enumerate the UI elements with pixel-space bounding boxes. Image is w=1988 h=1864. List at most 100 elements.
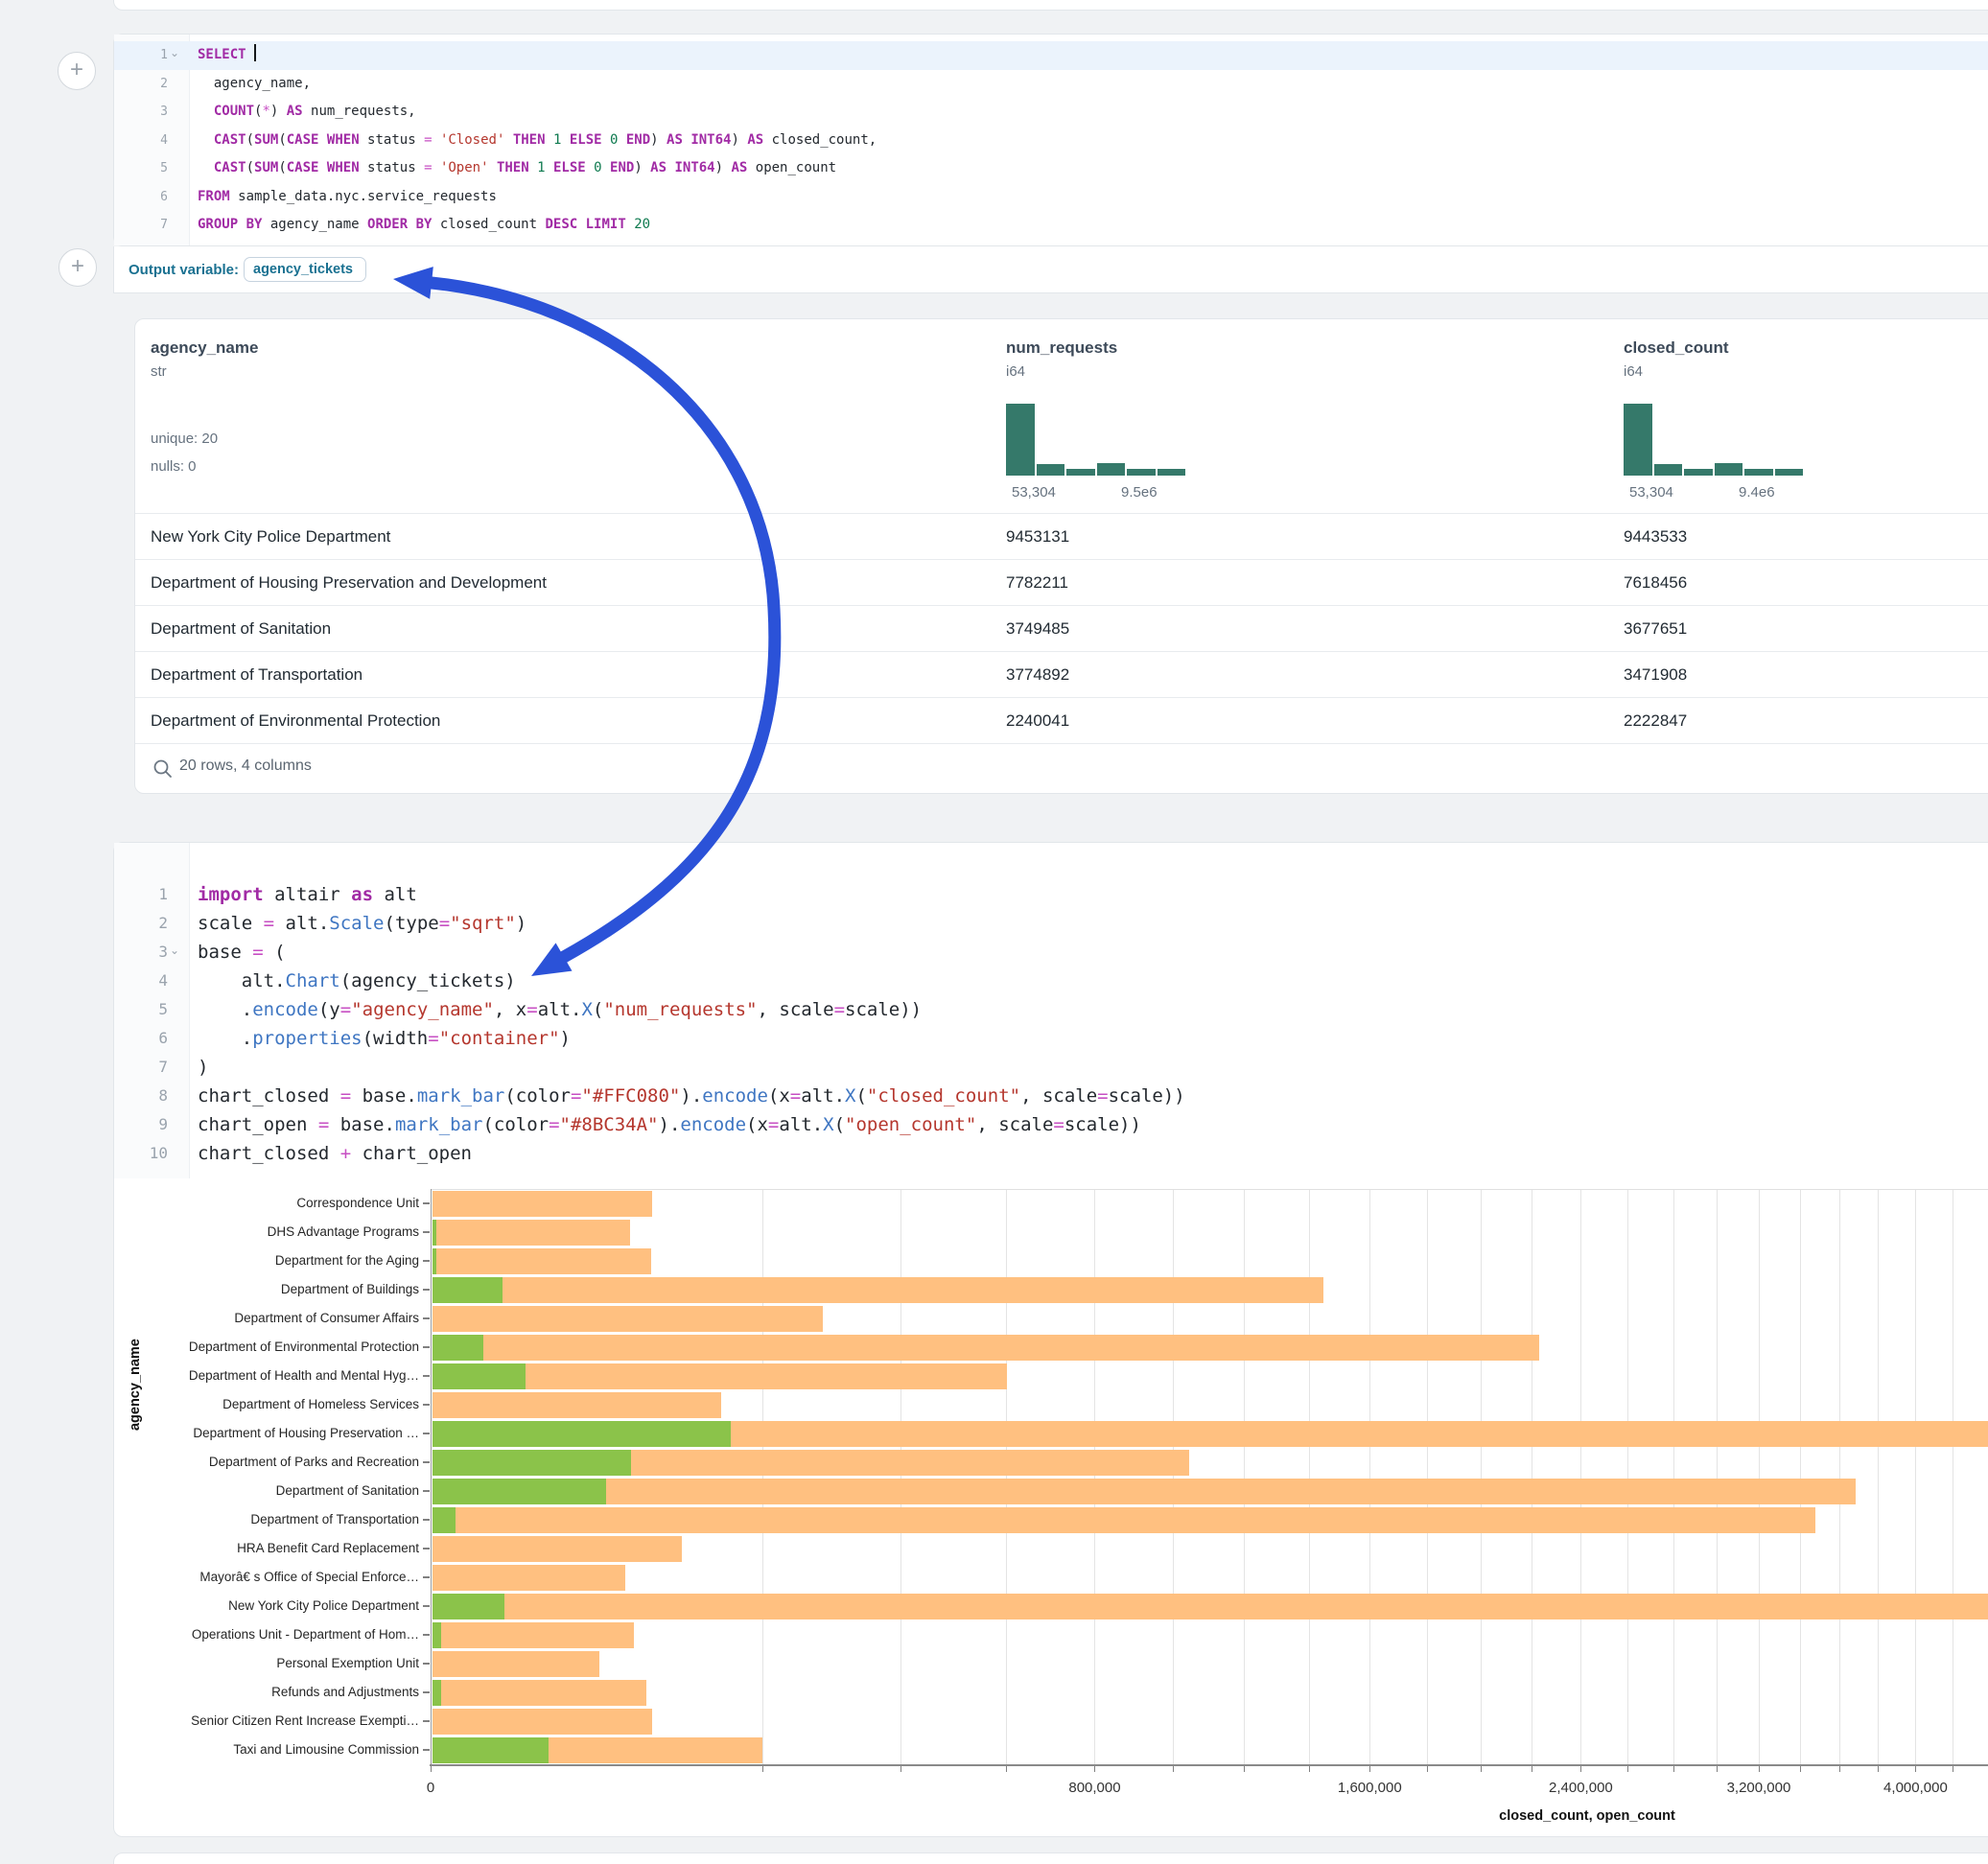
code-line[interactable]: 4 alt.Chart(agency_tickets) — [114, 967, 1988, 995]
table-row[interactable]: New York City Police Department 9453131 94… — [135, 513, 1988, 560]
table-cell: 3677651 — [1624, 606, 1687, 652]
code-line[interactable]: 9 chart_open = base.mark_bar(color="#8BC3… — [114, 1110, 1988, 1139]
fold-chevron-icon[interactable]: ⌄ — [170, 39, 179, 68]
column-type: str — [151, 363, 167, 380]
code-text: ) — [198, 1053, 208, 1082]
output-variable-pill[interactable]: agency_tickets — [244, 257, 366, 282]
code-line[interactable]: 4 CAST(SUM(CASE WHEN status = 'Closed' T… — [114, 127, 1988, 155]
histogram — [1006, 404, 1185, 476]
line-number: 6 — [114, 183, 168, 212]
histogram-bar — [1654, 464, 1683, 476]
code-text: scale = alt.Scale(type="sqrt") — [198, 909, 526, 938]
line-number: 3 — [114, 98, 168, 127]
column-header-num_requests[interactable]: num_requests — [1006, 338, 1117, 358]
sql-editor[interactable]: 1⌄SELECT 2 agency_name,3 COUNT(*) AS num… — [114, 35, 1988, 245]
histogram-max-label: 9.5e6 — [1121, 484, 1158, 501]
table-row[interactable]: Department of Housing Preservation and D… — [135, 559, 1988, 606]
code-line[interactable]: 3⌄ base = ( — [114, 938, 1988, 967]
add-cell-button[interactable]: + — [58, 52, 96, 90]
code-line[interactable]: 8chart_closed = base.mark_bar(color="#FF… — [114, 1082, 1988, 1110]
table-cell: Department of Housing Preservation and D… — [151, 560, 547, 606]
code-line[interactable]: 2scale = alt.Scale(type="sqrt") — [114, 909, 1988, 938]
table-cell: 2222847 — [1624, 698, 1687, 744]
histogram-bar — [1715, 463, 1743, 476]
code-line[interactable]: 7) — [114, 1053, 1988, 1082]
table-row[interactable]: Department of Environmental Protection 22… — [135, 697, 1988, 744]
table-cell: Department of Transportation — [151, 652, 363, 698]
line-number: 5 — [114, 154, 168, 183]
line-number: 4 — [114, 127, 168, 155]
column-type: i64 — [1006, 363, 1025, 380]
line-number: 1 — [114, 41, 168, 70]
code-line[interactable]: 6 FROM sample_data.nyc.service_requests — [114, 183, 1988, 212]
code-line[interactable]: 5 CAST(SUM(CASE WHEN status = 'Open' THE… — [114, 154, 1988, 183]
code-line[interactable]: 1import altair as alt — [114, 880, 1988, 909]
code-line[interactable]: 5 .encode(y="agency_name", x=alt.X("num_… — [114, 995, 1988, 1024]
results-table: agency_namestr unique: 20 nulls: 0 num_requ… — [134, 318, 1988, 794]
table-cell: 7782211 — [1006, 560, 1068, 606]
python-cell[interactable]: 1import altair as alt2scale = alt.Scale(… — [113, 842, 1988, 1837]
table-cell: Department of Environmental Protection — [151, 698, 440, 744]
code-line[interactable]: 10chart_closed + chart_open — [114, 1139, 1988, 1168]
table-cell: Department of Sanitation — [151, 606, 331, 652]
column-header-closed_count[interactable]: closed_count — [1624, 338, 1729, 358]
code-text: FROM sample_data.nyc.service_requests — [198, 183, 497, 212]
histogram-bar — [1158, 469, 1186, 477]
search-icon[interactable] — [152, 758, 174, 780]
code-text: chart_open = base.mark_bar(color="#8BC34… — [198, 1110, 1141, 1139]
histogram-bar — [1684, 469, 1713, 476]
histogram-bar — [1097, 463, 1126, 476]
table-row[interactable]: Department of Transportation377489234719… — [135, 651, 1988, 698]
histogram-min-label: 53,304 — [1629, 484, 1673, 501]
table-cell: 9453131 — [1006, 514, 1069, 560]
code-line[interactable]: 6 .properties(width="container") — [114, 1024, 1988, 1053]
code-text: base = ( — [198, 938, 286, 967]
code-text: .properties(width="container") — [198, 1024, 571, 1053]
code-line[interactable]: 2 agency_name, — [114, 70, 1988, 99]
code-line[interactable]: 1⌄SELECT — [114, 41, 1988, 70]
line-number: 8 — [114, 1082, 168, 1110]
python-editor[interactable]: 1import altair as alt2scale = alt.Scale(… — [114, 843, 1988, 1178]
column-meta: unique: 20 — [151, 431, 218, 447]
histogram-bar — [1775, 469, 1804, 477]
previous-cell-edge — [113, 0, 1988, 11]
column-type: i64 — [1624, 363, 1643, 380]
histogram-bar — [1744, 469, 1773, 477]
histogram-bar — [1037, 464, 1065, 476]
fold-chevron-icon[interactable]: ⌄ — [170, 936, 179, 965]
code-text: COUNT(*) AS num_requests, — [198, 98, 416, 127]
histogram-bar — [1066, 469, 1095, 476]
line-number: 7 — [114, 1053, 168, 1082]
code-text: .encode(y="agency_name", x=alt.X("num_re… — [198, 995, 922, 1024]
table-cell: New York City Police Department — [151, 514, 390, 560]
code-text: alt.Chart(agency_tickets) — [198, 967, 516, 995]
column-header-agency_name[interactable]: agency_name — [151, 338, 258, 358]
table-cell: 2240041 — [1006, 698, 1069, 744]
add-cell-button[interactable]: + — [58, 248, 97, 287]
code-line[interactable]: 7 GROUP BY agency_name ORDER BY closed_co… — [114, 211, 1988, 240]
histogram-min-label: 53,304 — [1012, 484, 1056, 501]
line-number: 3 — [114, 938, 168, 967]
table-cell: 9443533 — [1624, 514, 1687, 560]
code-text: CAST(SUM(CASE WHEN status = 'Closed' THE… — [198, 127, 877, 155]
text-cursor — [254, 44, 256, 61]
table-cell: 3749485 — [1006, 606, 1069, 652]
plus-icon: + — [70, 57, 83, 82]
next-cell-edge — [113, 1852, 1988, 1864]
code-text: GROUP BY agency_name ORDER BY closed_cou… — [198, 211, 650, 240]
output-variable-label: Output variable: — [129, 246, 239, 292]
histogram-bar — [1006, 404, 1035, 476]
code-line[interactable]: 3 COUNT(*) AS num_requests, — [114, 98, 1988, 127]
plus-icon: + — [71, 253, 84, 279]
output-variable-bar: Output variable: agency_tickets — [113, 246, 1988, 293]
line-number: 9 — [114, 1110, 168, 1139]
table-cell: 3471908 — [1624, 652, 1687, 698]
line-number: 7 — [114, 211, 168, 240]
sql-cell[interactable]: 1⌄SELECT 2 agency_name,3 COUNT(*) AS num… — [113, 34, 1988, 246]
table-row[interactable]: Department of Sanitation 3749485 3677651 — [135, 605, 1988, 652]
histogram-bar — [1127, 469, 1156, 477]
code-text: agency_name, — [198, 70, 311, 99]
column-meta: nulls: 0 — [151, 458, 197, 475]
line-number: 10 — [114, 1139, 168, 1168]
code-text: import altair as alt — [198, 880, 417, 909]
